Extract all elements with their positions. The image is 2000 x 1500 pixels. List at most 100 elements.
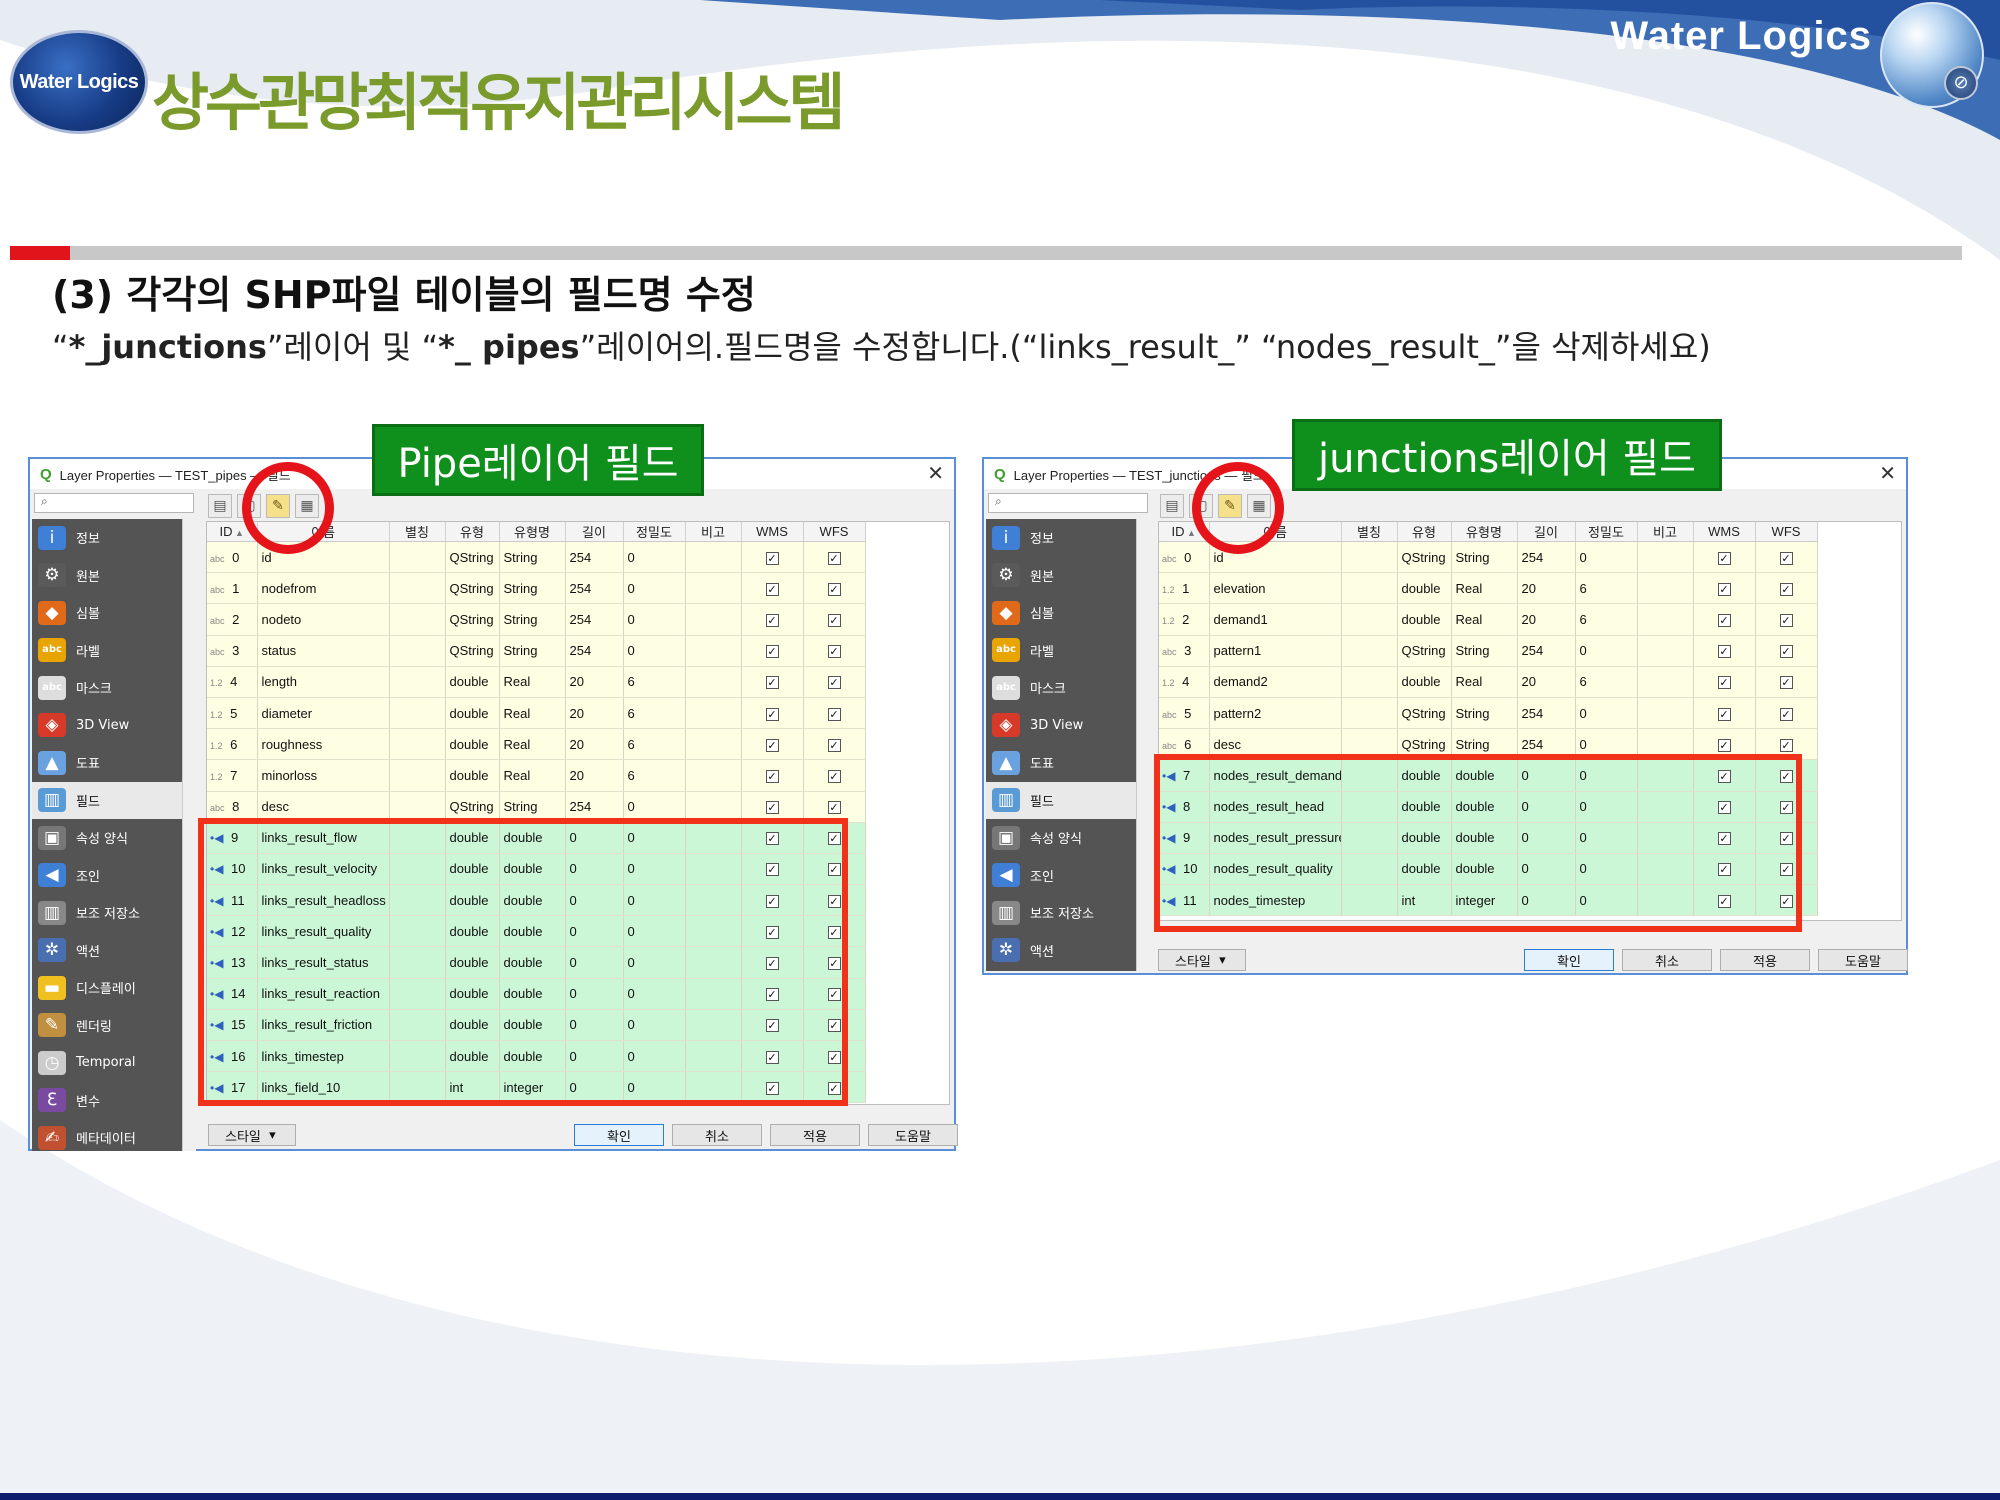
alias-cell[interactable] (1341, 635, 1398, 667)
type-cell[interactable]: double (1397, 666, 1452, 698)
wfs-checkbox[interactable]: ✓ (1755, 697, 1818, 730)
id-cell[interactable]: 1.2 1 (1159, 572, 1210, 605)
column-header[interactable]: 별칭 (389, 522, 446, 542)
length-cell[interactable]: 20 (1517, 603, 1576, 636)
wfs-checkbox[interactable]: ✓ (803, 697, 866, 730)
column-header[interactable]: 유형 (445, 522, 500, 542)
id-cell[interactable]: 1.2 6 (207, 728, 258, 761)
sidebar-item-temporal-clock[interactable]: ◷ Temporal (32, 1044, 182, 1082)
alias-cell[interactable] (1341, 572, 1398, 605)
apply-button[interactable]: 적용 (770, 1124, 860, 1146)
precision-cell[interactable]: 6 (623, 666, 686, 698)
comment-cell[interactable] (1637, 635, 1694, 667)
wms-checkbox[interactable]: ✓ (741, 759, 804, 792)
wms-checkbox[interactable]: ✓ (1693, 572, 1756, 605)
sidebar-item-symbology-brush[interactable]: ◆ 심볼 (986, 594, 1136, 632)
sidebar-item-source-wrench[interactable]: ⚙ 원본 (986, 557, 1136, 595)
wfs-checkbox[interactable]: ✓ (803, 666, 866, 698)
wms-checkbox[interactable]: ✓ (741, 572, 804, 605)
sidebar-item-info[interactable]: i 정보 (32, 519, 182, 557)
cancel-button[interactable]: 취소 (672, 1124, 762, 1146)
type-name-cell[interactable]: String (499, 541, 566, 574)
comment-cell[interactable] (685, 541, 742, 574)
comment-cell[interactable] (1637, 603, 1694, 636)
close-icon[interactable]: ✕ (1879, 461, 1896, 486)
comment-cell[interactable] (685, 759, 742, 792)
precision-cell[interactable]: 6 (1575, 666, 1638, 698)
sidebar-item-labels-abc[interactable]: abc 라벨 (986, 632, 1136, 670)
sidebar-item-diagram[interactable]: ▲ 도표 (986, 744, 1136, 782)
sidebar-item-fields-table[interactable]: ▥ 필드 (986, 781, 1136, 819)
precision-cell[interactable]: 0 (623, 635, 686, 667)
wms-checkbox[interactable]: ✓ (741, 728, 804, 761)
precision-cell[interactable]: 6 (1575, 572, 1638, 605)
ok-button[interactable]: 확인 (1524, 949, 1614, 971)
precision-cell[interactable]: 6 (1575, 603, 1638, 636)
alias-cell[interactable] (389, 666, 446, 698)
wfs-checkbox[interactable]: ✓ (803, 728, 866, 761)
column-header[interactable]: 정밀도 (1575, 522, 1638, 542)
column-header[interactable]: 길이 (565, 522, 624, 542)
field-name-cell[interactable]: nodeto (257, 603, 390, 636)
comment-cell[interactable] (1637, 697, 1694, 730)
length-cell[interactable]: 20 (565, 728, 624, 761)
column-header[interactable]: 유형명 (1451, 522, 1518, 542)
id-cell[interactable]: abc 3 (1159, 635, 1210, 667)
id-cell[interactable]: 1.2 5 (207, 697, 258, 730)
id-cell[interactable]: 1.2 2 (1159, 603, 1210, 636)
sidebar-item-mask-abc[interactable]: abc 마스크 (32, 669, 182, 707)
alias-cell[interactable] (389, 603, 446, 636)
id-cell[interactable]: abc 2 (207, 603, 258, 636)
sidebar-item-join[interactable]: ◀ 조인 (32, 857, 182, 895)
field-name-cell[interactable]: pattern2 (1209, 697, 1342, 730)
id-cell[interactable]: 1.2 7 (207, 759, 258, 792)
search-input[interactable]: ⌕ (988, 493, 1148, 513)
sidebar-item-3d-cube[interactable]: ◈ 3D View (986, 707, 1136, 745)
precision-cell[interactable]: 0 (623, 541, 686, 574)
type-cell[interactable]: double (445, 697, 500, 730)
type-name-cell[interactable]: Real (499, 759, 566, 792)
sidebar-item-attributes-form[interactable]: ▣ 속성 양식 (32, 819, 182, 857)
length-cell[interactable]: 254 (565, 541, 624, 574)
type-name-cell[interactable]: String (499, 635, 566, 667)
column-header[interactable]: 유형명 (499, 522, 566, 542)
column-header[interactable]: 정밀도 (623, 522, 686, 542)
length-cell[interactable]: 20 (565, 759, 624, 792)
wfs-checkbox[interactable]: ✓ (803, 759, 866, 792)
table-row[interactable]: 1.2 6 roughness double Real 20 6 ✓ ✓ (207, 728, 866, 761)
length-cell[interactable]: 254 (565, 603, 624, 636)
type-name-cell[interactable]: String (1451, 635, 1518, 667)
comment-cell[interactable] (1637, 572, 1694, 605)
close-icon[interactable]: ✕ (927, 461, 944, 486)
precision-cell[interactable]: 0 (623, 572, 686, 605)
style-button[interactable]: 스타일 ▾ (208, 1124, 296, 1146)
alias-cell[interactable] (389, 697, 446, 730)
type-name-cell[interactable]: Real (499, 728, 566, 761)
type-cell[interactable]: QString (1397, 541, 1452, 574)
sidebar-item-auxiliary-storage[interactable]: ▥ 보조 저장소 (986, 894, 1136, 932)
type-name-cell[interactable]: String (499, 572, 566, 605)
field-name-cell[interactable]: diameter (257, 697, 390, 730)
comment-cell[interactable] (685, 697, 742, 730)
type-cell[interactable]: QString (1397, 697, 1452, 730)
precision-cell[interactable]: 6 (623, 728, 686, 761)
id-cell[interactable]: abc 0 (207, 541, 258, 574)
table-row[interactable]: abc 5 pattern2 QString String 254 0 ✓ ✓ (1159, 697, 1818, 730)
type-name-cell[interactable]: String (499, 603, 566, 636)
length-cell[interactable]: 254 (1517, 697, 1576, 730)
wms-checkbox[interactable]: ✓ (741, 603, 804, 636)
sidebar-item-symbology-brush[interactable]: ◆ 심볼 (32, 594, 182, 632)
length-cell[interactable]: 20 (1517, 666, 1576, 698)
sidebar-item-display-bubble[interactable]: ▬ 디스플레이 (32, 969, 182, 1007)
wms-checkbox[interactable]: ✓ (741, 697, 804, 730)
table-row[interactable]: abc 3 pattern1 QString String 254 0 ✓ ✓ (1159, 635, 1818, 667)
type-cell[interactable]: QString (445, 603, 500, 636)
sidebar-item-diagram[interactable]: ▲ 도표 (32, 744, 182, 782)
alias-cell[interactable] (389, 759, 446, 792)
length-cell[interactable]: 254 (1517, 635, 1576, 667)
alias-cell[interactable] (389, 572, 446, 605)
table-row[interactable]: abc 1 nodefrom QString String 254 0 ✓ ✓ (207, 572, 866, 605)
sidebar-item-info[interactable]: i 정보 (986, 519, 1136, 557)
precision-cell[interactable]: 6 (623, 759, 686, 792)
wfs-checkbox[interactable]: ✓ (1755, 541, 1818, 574)
